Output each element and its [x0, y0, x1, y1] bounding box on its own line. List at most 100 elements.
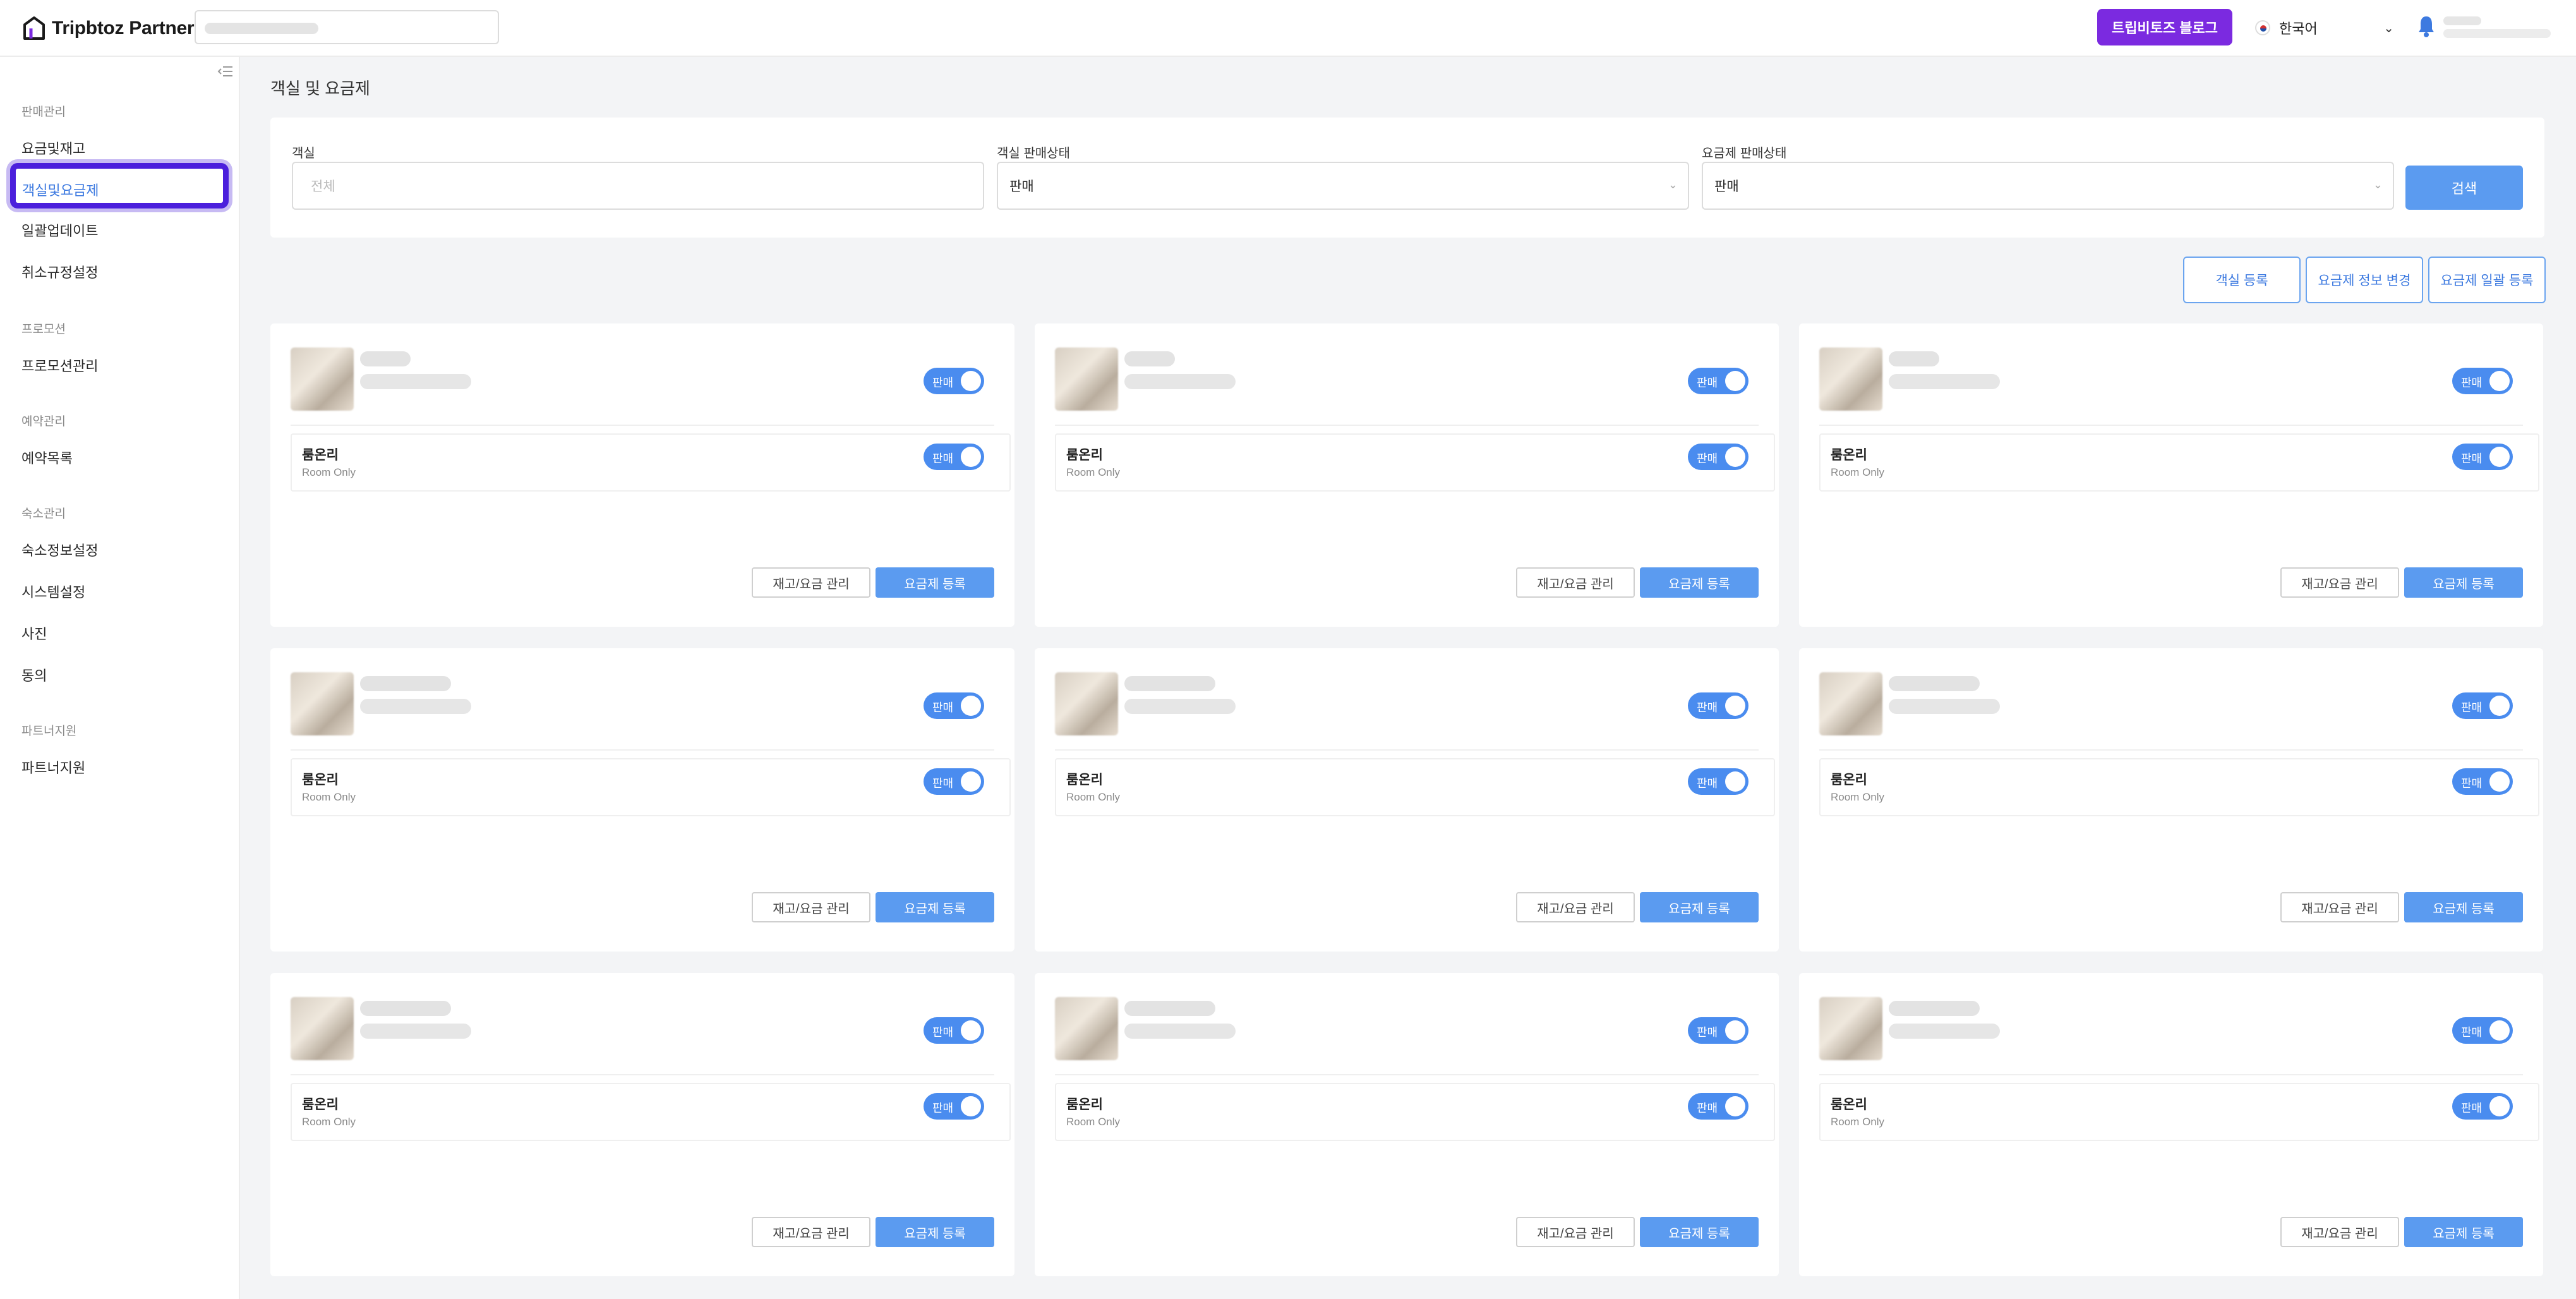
rate-plan-row: 룸온리 Room Only — [1819, 1083, 2539, 1141]
register-rate-button[interactable]: 요금제 등록 — [2404, 567, 2523, 598]
manage-inventory-rate-button[interactable]: 재고/요금 관리 — [2280, 567, 2399, 598]
toggle-knob — [961, 1020, 981, 1041]
rate-sale-toggle[interactable]: 판매 — [2452, 1093, 2513, 1120]
toggle-label: 판매 — [1697, 701, 1718, 714]
toggle-knob — [1725, 771, 1745, 792]
korea-flag-icon — [2255, 20, 2270, 35]
register-rate-button[interactable]: 요금제 등록 — [876, 567, 994, 598]
bulk-register-rate-button[interactable]: 요금제 일괄 등록 — [2428, 257, 2546, 303]
bell-icon[interactable] — [2417, 14, 2436, 39]
room-card: 판매 룸온리 Room Only 판매 재고/요금 관리 요금제 등록 — [1035, 648, 1779, 952]
rate-status-label: 요금제 판매상태 — [1702, 147, 1787, 160]
toggle-knob — [1725, 696, 1745, 716]
register-rate-button[interactable]: 요금제 등록 — [1640, 1217, 1759, 1247]
sidebar-item-reservation-list[interactable]: 예약목록 — [21, 447, 73, 468]
register-rate-button[interactable]: 요금제 등록 — [876, 1217, 994, 1247]
rate-plan-row: 룸온리 Room Only — [291, 433, 1011, 492]
rate-sale-toggle[interactable]: 판매 — [1688, 1093, 1748, 1120]
toggle-label: 판매 — [1697, 377, 1718, 389]
room-filter-input[interactable]: 전체 — [292, 162, 984, 210]
manage-inventory-rate-button[interactable]: 재고/요금 관리 — [752, 1217, 870, 1247]
room-card: 판매 룸온리 Room Only 판매 재고/요금 관리 요금제 등록 — [1799, 648, 2543, 952]
search-button[interactable]: 검색 — [2405, 166, 2523, 210]
brand-logo[interactable]: Tripbtoz Partner — [23, 13, 195, 44]
room-sale-toggle[interactable]: 판매 — [924, 368, 984, 394]
register-rate-button[interactable]: 요금제 등록 — [876, 892, 994, 922]
sidebar-item-system-settings[interactable]: 시스템설정 — [21, 581, 85, 601]
manage-inventory-rate-button[interactable]: 재고/요금 관리 — [1516, 567, 1635, 598]
sidebar-item-consent[interactable]: 동의 — [21, 665, 47, 685]
rate-sale-toggle[interactable]: 판매 — [1688, 444, 1748, 470]
register-rate-button[interactable]: 요금제 등록 — [2404, 892, 2523, 922]
sidebar-section-reservation: 예약관리 — [21, 415, 66, 428]
blog-button[interactable]: 트립비토즈 블로그 — [2097, 9, 2232, 45]
rate-sale-toggle[interactable]: 판매 — [2452, 768, 2513, 795]
rate-plan-name: 룸온리 — [302, 1097, 339, 1112]
room-meta-redacted — [1124, 374, 1236, 389]
room-thumbnail — [1055, 347, 1118, 411]
manage-inventory-rate-button[interactable]: 재고/요금 관리 — [2280, 1217, 2399, 1247]
property-selector[interactable] — [195, 10, 499, 44]
rate-status-select[interactable]: 판매 ⌄ — [1702, 162, 2394, 210]
chevron-down-icon: ⌄ — [2383, 21, 2394, 35]
toggle-label: 판매 — [2461, 452, 2483, 465]
room-name-redacted — [1889, 1001, 1980, 1016]
language-label: 한국어 — [2279, 21, 2318, 37]
sidebar-item-bulk-update[interactable]: 일괄업데이트 — [21, 220, 98, 240]
toggle-knob — [1725, 371, 1745, 391]
card-divider — [291, 425, 994, 426]
manage-inventory-rate-button[interactable]: 재고/요금 관리 — [2280, 892, 2399, 922]
room-sale-toggle[interactable]: 판매 — [1688, 1017, 1748, 1044]
room-sale-toggle[interactable]: 판매 — [2452, 1017, 2513, 1044]
rate-plan-subtitle: Room Only — [1831, 791, 1885, 803]
toggle-knob — [961, 371, 981, 391]
sidebar-item-cancel-policy[interactable]: 취소규정설정 — [21, 262, 98, 282]
sidebar-section-sales: 판매관리 — [21, 106, 66, 119]
rate-plan-row: 룸온리 Room Only — [1055, 758, 1775, 816]
room-thumbnail — [291, 997, 354, 1060]
register-room-button[interactable]: 객실 등록 — [2183, 257, 2301, 303]
sidebar-item-rooms-rates[interactable]: 객실및요금제 — [10, 163, 229, 208]
room-meta-redacted — [1889, 1024, 2000, 1039]
toggle-knob — [2489, 771, 2510, 792]
register-rate-button[interactable]: 요금제 등록 — [2404, 1217, 2523, 1247]
rate-plan-row: 룸온리 Room Only — [1819, 433, 2539, 492]
rate-plan-name: 룸온리 — [1831, 448, 1867, 462]
room-name-redacted — [1124, 1001, 1215, 1016]
collapse-menu-icon[interactable] — [217, 63, 234, 80]
manage-inventory-rate-button[interactable]: 재고/요금 관리 — [1516, 1217, 1635, 1247]
rate-sale-toggle[interactable]: 판매 — [924, 1093, 984, 1120]
rate-sale-toggle[interactable]: 판매 — [2452, 444, 2513, 470]
manage-inventory-rate-button[interactable]: 재고/요금 관리 — [752, 567, 870, 598]
register-rate-button[interactable]: 요금제 등록 — [1640, 567, 1759, 598]
change-rate-info-button[interactable]: 요금제 정보 변경 — [2306, 257, 2423, 303]
filter-panel: 객실 전체 객실 판매상태 판매 ⌄ 요금제 판매상태 판매 ⌄ 검색 — [270, 118, 2544, 238]
sidebar-item-promotion-manage[interactable]: 프로모션관리 — [21, 355, 98, 375]
rate-sale-toggle[interactable]: 판매 — [1688, 768, 1748, 795]
card-divider — [1055, 425, 1759, 426]
card-divider — [291, 749, 994, 751]
sidebar-item-partner-support[interactable]: 파트너지원 — [21, 757, 85, 777]
user-email-redacted — [2443, 29, 2551, 38]
room-name-redacted — [360, 676, 451, 691]
room-sale-toggle[interactable]: 판매 — [2452, 368, 2513, 394]
card-divider — [1055, 749, 1759, 751]
language-selector[interactable]: 한국어 ⌄ — [2255, 14, 2394, 42]
room-sale-toggle[interactable]: 판매 — [1688, 692, 1748, 719]
room-sale-toggle[interactable]: 판매 — [924, 1017, 984, 1044]
register-rate-button[interactable]: 요금제 등록 — [1640, 892, 1759, 922]
sidebar-item-photos[interactable]: 사진 — [21, 623, 47, 643]
sidebar-item-rates-inventory[interactable]: 요금및재고 — [21, 138, 85, 158]
rate-sale-toggle[interactable]: 판매 — [924, 768, 984, 795]
room-status-select[interactable]: 판매 ⌄ — [997, 162, 1689, 210]
room-sale-toggle[interactable]: 판매 — [924, 692, 984, 719]
toggle-label: 판매 — [932, 1102, 954, 1115]
manage-inventory-rate-button[interactable]: 재고/요금 관리 — [1516, 892, 1635, 922]
sidebar-item-property-info[interactable]: 숙소정보설정 — [21, 540, 98, 560]
room-meta-redacted — [1124, 699, 1236, 714]
room-sale-toggle[interactable]: 판매 — [1688, 368, 1748, 394]
rate-sale-toggle[interactable]: 판매 — [924, 444, 984, 470]
room-meta-redacted — [1124, 1024, 1236, 1039]
manage-inventory-rate-button[interactable]: 재고/요금 관리 — [752, 892, 870, 922]
room-sale-toggle[interactable]: 판매 — [2452, 692, 2513, 719]
